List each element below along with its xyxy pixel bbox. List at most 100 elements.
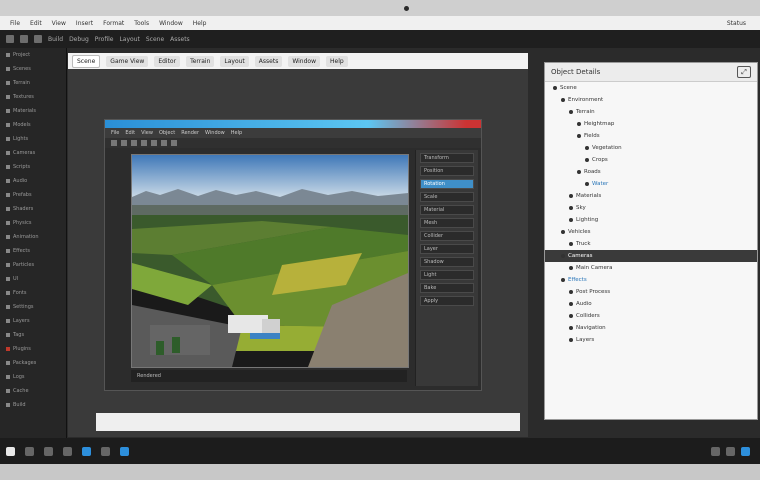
tree-item[interactable]: Water bbox=[545, 178, 757, 190]
tab-terrain[interactable]: Terrain bbox=[186, 55, 215, 67]
left-item[interactable]: Animation bbox=[0, 230, 66, 244]
toolbar-layout[interactable]: Layout bbox=[119, 36, 139, 43]
menu-edit[interactable]: Edit bbox=[30, 20, 42, 27]
property-row[interactable]: Bake bbox=[420, 283, 474, 293]
left-item[interactable]: Logs bbox=[0, 370, 66, 384]
tree-item[interactable]: Sky bbox=[545, 202, 757, 214]
rw-menu-window[interactable]: Window bbox=[205, 130, 225, 136]
property-row[interactable]: Light bbox=[420, 270, 474, 280]
tree-item[interactable]: Colliders bbox=[545, 310, 757, 322]
tree-item[interactable]: Roads bbox=[545, 166, 757, 178]
notification-icon[interactable] bbox=[741, 446, 750, 456]
left-item[interactable]: Models bbox=[0, 118, 66, 132]
left-item[interactable]: Lights bbox=[0, 132, 66, 146]
left-item[interactable]: Audio bbox=[0, 174, 66, 188]
toolbar-debug[interactable]: Debug bbox=[69, 36, 89, 43]
left-item[interactable]: Textures bbox=[0, 90, 66, 104]
move-tool-icon[interactable] bbox=[111, 140, 117, 146]
tab-game-view[interactable]: Game View bbox=[106, 55, 149, 67]
rw-menu-object[interactable]: Object bbox=[159, 130, 175, 136]
tree-item[interactable]: Materials bbox=[545, 190, 757, 202]
left-item[interactable]: Layers bbox=[0, 314, 66, 328]
start-icon[interactable] bbox=[6, 446, 15, 456]
rw-menu-file[interactable]: File bbox=[111, 130, 119, 136]
rw-menu-render[interactable]: Render bbox=[181, 130, 199, 136]
property-row[interactable]: Shadow bbox=[420, 257, 474, 267]
tree-item[interactable]: Post Process bbox=[545, 286, 757, 298]
toolbar-assets[interactable]: Assets bbox=[170, 36, 190, 43]
rw-menu-edit[interactable]: Edit bbox=[125, 130, 135, 136]
property-row[interactable]: Position bbox=[420, 166, 474, 176]
left-item[interactable]: Fonts bbox=[0, 286, 66, 300]
expand-icon[interactable]: ⤢ bbox=[737, 66, 751, 78]
property-row[interactable]: Scale bbox=[420, 192, 474, 202]
3d-viewport[interactable] bbox=[131, 154, 409, 368]
property-row[interactable]: Apply bbox=[420, 296, 474, 306]
left-item[interactable]: UI bbox=[0, 272, 66, 286]
left-item[interactable]: Tags bbox=[0, 328, 66, 342]
left-item[interactable]: Build bbox=[0, 398, 66, 412]
toolbar-scene[interactable]: Scene bbox=[146, 36, 164, 43]
tree-item[interactable]: Lighting bbox=[545, 214, 757, 226]
left-item[interactable]: Project bbox=[0, 48, 66, 62]
property-row[interactable]: Transform bbox=[420, 153, 474, 163]
left-item[interactable]: Prefabs bbox=[0, 188, 66, 202]
tree-item[interactable]: Truck bbox=[545, 238, 757, 250]
timeline-bar[interactable] bbox=[96, 413, 520, 431]
left-item[interactable]: Physics bbox=[0, 216, 66, 230]
search-icon[interactable] bbox=[25, 446, 34, 456]
save-icon[interactable] bbox=[34, 35, 42, 43]
menu-file[interactable]: File bbox=[10, 20, 20, 27]
tree-item[interactable]: Heightmap bbox=[545, 118, 757, 130]
property-row[interactable]: Layer bbox=[420, 244, 474, 254]
scale-tool-icon[interactable] bbox=[131, 140, 137, 146]
tab-scene[interactable]: Scene bbox=[72, 54, 101, 68]
property-row[interactable]: Material bbox=[420, 205, 474, 215]
property-row[interactable]: Mesh bbox=[420, 218, 474, 228]
left-item[interactable]: Effects bbox=[0, 244, 66, 258]
tree-item[interactable]: Fields bbox=[545, 130, 757, 142]
network-icon[interactable] bbox=[711, 446, 720, 456]
render-window-titlebar[interactable] bbox=[105, 120, 481, 128]
rw-menu-help[interactable]: Help bbox=[231, 130, 242, 136]
rw-menu-view[interactable]: View bbox=[141, 130, 153, 136]
left-item[interactable]: Settings bbox=[0, 300, 66, 314]
left-item[interactable]: Particles bbox=[0, 258, 66, 272]
property-row[interactable]: Collider bbox=[420, 231, 474, 241]
tree-item[interactable]: Vegetation bbox=[545, 142, 757, 154]
tree-item[interactable]: Layers bbox=[545, 334, 757, 346]
open-folder-icon[interactable] bbox=[20, 35, 28, 43]
left-item[interactable]: Materials bbox=[0, 104, 66, 118]
mail-icon[interactable] bbox=[101, 446, 110, 456]
menu-help[interactable]: Help bbox=[193, 20, 207, 27]
left-item[interactable]: Plugins bbox=[0, 342, 66, 356]
tree-item-selected[interactable]: Cameras bbox=[545, 250, 757, 262]
left-item[interactable]: Scripts bbox=[0, 160, 66, 174]
grid-tool-icon[interactable] bbox=[171, 140, 177, 146]
file-explorer-icon[interactable] bbox=[63, 446, 72, 456]
camera-tool-icon[interactable] bbox=[151, 140, 157, 146]
tree-item[interactable]: Terrain bbox=[545, 106, 757, 118]
tree-item[interactable]: Vehicles bbox=[545, 226, 757, 238]
left-item[interactable]: Scenes bbox=[0, 62, 66, 76]
tab-layout[interactable]: Layout bbox=[220, 55, 249, 67]
menu-window[interactable]: Window bbox=[159, 20, 183, 27]
left-item[interactable]: Shaders bbox=[0, 202, 66, 216]
tab-editor[interactable]: Editor bbox=[154, 55, 181, 67]
toolbar-profile[interactable]: Profile bbox=[95, 36, 114, 43]
browser-icon[interactable] bbox=[82, 446, 91, 456]
tree-item[interactable]: Scene bbox=[545, 82, 757, 94]
left-item[interactable]: Cameras bbox=[0, 146, 66, 160]
menu-insert[interactable]: Insert bbox=[76, 20, 93, 27]
tree-item[interactable]: Crops bbox=[545, 154, 757, 166]
task-view-icon[interactable] bbox=[44, 446, 53, 456]
new-file-icon[interactable] bbox=[6, 35, 14, 43]
toolbar-build[interactable]: Build bbox=[48, 36, 63, 43]
menu-view[interactable]: View bbox=[52, 20, 66, 27]
tree-item[interactable]: Audio bbox=[545, 298, 757, 310]
tree-item[interactable]: Environment bbox=[545, 94, 757, 106]
light-tool-icon[interactable] bbox=[161, 140, 167, 146]
menu-tools[interactable]: Tools bbox=[134, 20, 149, 27]
tree-item[interactable]: Navigation bbox=[545, 322, 757, 334]
left-item[interactable]: Terrain bbox=[0, 76, 66, 90]
